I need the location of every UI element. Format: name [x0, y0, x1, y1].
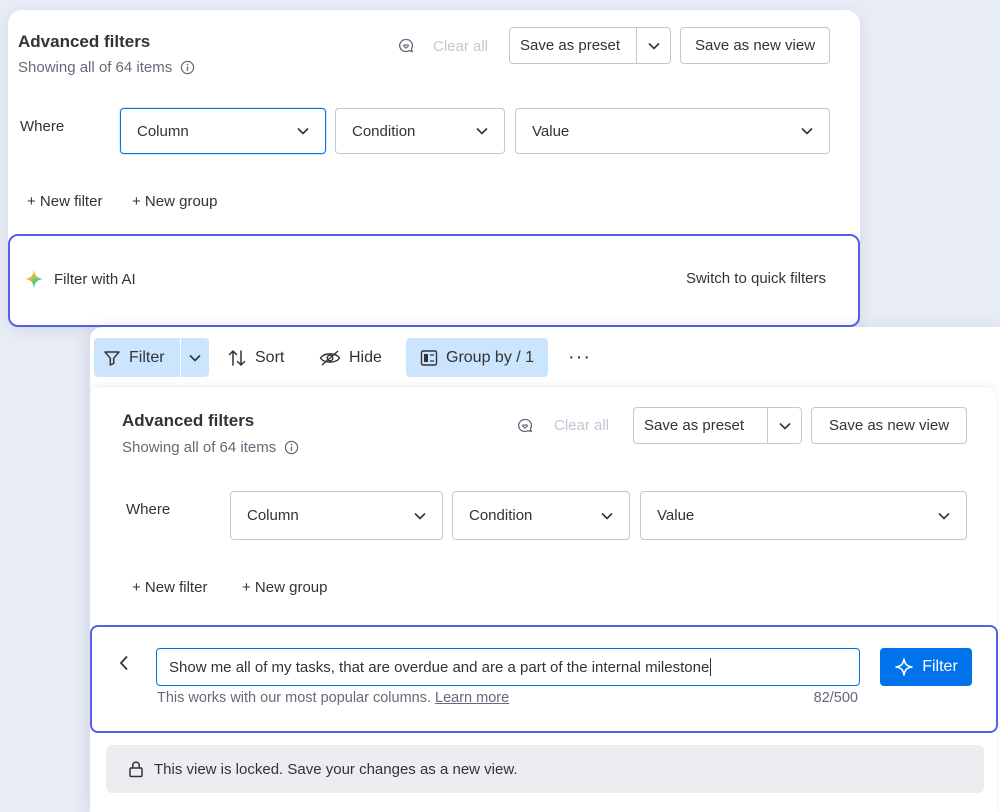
locked-view-notice: This view is locked. Save your changes a…	[106, 745, 984, 793]
items-count-label: Showing all of 64 items	[18, 59, 173, 76]
learn-more-link[interactable]: Learn more	[435, 690, 509, 706]
group-by-toolbar-label: Group by / 1	[446, 348, 535, 366]
save-as-preset-button[interactable]: Save as preset	[509, 27, 671, 64]
filter-with-ai-label: Filter with AI	[54, 270, 136, 288]
chevron-down-icon	[801, 127, 813, 135]
chevron-down-icon[interactable]	[180, 338, 209, 377]
panel-title: Advanced filters	[18, 32, 151, 51]
eye-off-icon	[319, 349, 341, 367]
clear-all-button[interactable]: Clear all	[554, 417, 609, 434]
chevron-down-icon	[938, 512, 950, 520]
save-as-preset-label: Save as preset	[520, 37, 621, 54]
ai-filter-input[interactable]: Show me all of my tasks, that are overdu…	[156, 648, 860, 686]
more-options-button[interactable]: ···	[568, 338, 591, 377]
lock-icon	[128, 760, 144, 778]
save-as-preset-label: Save as preset	[644, 417, 745, 434]
condition-select-value: Condition	[469, 507, 533, 524]
new-filter-button[interactable]: + New filter	[27, 193, 102, 210]
ai-filter-submit-label: Filter	[922, 658, 958, 675]
condition-select-value: Condition	[352, 122, 416, 140]
value-select[interactable]: Value	[640, 491, 967, 540]
filter-toolbar-label: Filter	[129, 348, 165, 366]
info-icon[interactable]	[284, 440, 299, 455]
board-view-panel: Filter Sort Hide Group by / 1 ··· Advanc…	[90, 327, 1000, 812]
info-icon[interactable]	[180, 60, 195, 75]
locked-view-text: This view is locked. Save your changes a…	[154, 760, 518, 778]
feedback-chat-icon[interactable]	[516, 417, 534, 435]
ai-filter-box: Show me all of my tasks, that are overdu…	[90, 625, 998, 733]
where-label: Where	[20, 118, 65, 135]
save-as-new-view-button[interactable]: Save as new view	[811, 407, 967, 444]
where-label: Where	[126, 501, 171, 518]
value-select-value: Value	[657, 507, 695, 524]
sparkle-icon	[894, 657, 914, 677]
filter-with-ai-button[interactable]: Filter with AI	[24, 269, 136, 289]
advanced-filters-panel-bottom: Advanced filters Showing all of 64 items…	[90, 387, 998, 812]
column-select[interactable]: Column	[120, 108, 326, 154]
hide-toolbar-label: Hide	[349, 348, 382, 366]
ai-filter-box: Filter with AI Switch to quick filters	[8, 234, 860, 327]
filter-toolbar-button[interactable]: Filter	[94, 338, 209, 377]
group-by-toolbar-button[interactable]: Group by / 1	[406, 338, 549, 377]
items-count: Showing all of 64 items	[18, 59, 195, 76]
value-select-value: Value	[532, 122, 570, 140]
advanced-filters-panel-top: Advanced filters Showing all of 64 items…	[8, 10, 860, 327]
chevron-down-icon	[414, 512, 426, 520]
chevron-down-icon[interactable]	[767, 408, 801, 443]
sort-arrows-icon	[227, 348, 247, 368]
sort-toolbar-button[interactable]: Sort	[227, 338, 284, 377]
hide-toolbar-button[interactable]: Hide	[319, 338, 382, 377]
funnel-icon	[103, 349, 121, 367]
ai-filter-hint-text: This works with our most popular columns…	[157, 690, 431, 706]
new-group-button[interactable]: + New group	[242, 579, 327, 596]
clear-all-button[interactable]: Clear all	[433, 38, 488, 55]
column-select[interactable]: Column	[230, 491, 443, 540]
condition-select[interactable]: Condition	[452, 491, 630, 540]
ai-filter-input-text: Show me all of my tasks, that are overdu…	[169, 658, 710, 676]
items-count: Showing all of 64 items	[122, 439, 299, 456]
chevron-down-icon	[297, 127, 309, 135]
chevron-down-icon	[476, 127, 488, 135]
condition-select[interactable]: Condition	[335, 108, 505, 154]
ai-filter-submit-button[interactable]: Filter	[880, 648, 972, 686]
chevron-down-icon[interactable]	[636, 28, 670, 63]
new-group-button[interactable]: + New group	[132, 193, 217, 210]
column-select-value: Column	[137, 122, 189, 140]
items-count-label: Showing all of 64 items	[122, 439, 277, 456]
sort-toolbar-label: Sort	[255, 348, 285, 366]
text-cursor	[710, 658, 712, 676]
ai-filter-hint: This works with our most popular columns…	[157, 690, 509, 706]
column-select-value: Column	[247, 507, 299, 524]
save-as-new-view-button[interactable]: Save as new view	[680, 27, 830, 64]
ai-sparkle-icon	[24, 269, 44, 289]
panel-title: Advanced filters	[122, 411, 255, 430]
value-select[interactable]: Value	[515, 108, 830, 154]
feedback-chat-icon[interactable]	[397, 37, 415, 55]
group-by-icon	[420, 349, 438, 367]
chevron-left-icon[interactable]	[119, 655, 129, 671]
save-as-preset-button[interactable]: Save as preset	[633, 407, 802, 444]
chevron-down-icon	[601, 512, 613, 520]
new-filter-button[interactable]: + New filter	[132, 579, 207, 596]
switch-to-quick-filters-link[interactable]: Switch to quick filters	[686, 270, 826, 287]
character-counter: 82/500	[813, 690, 858, 706]
board-toolbar: Filter Sort Hide Group by / 1 ···	[90, 327, 1000, 387]
